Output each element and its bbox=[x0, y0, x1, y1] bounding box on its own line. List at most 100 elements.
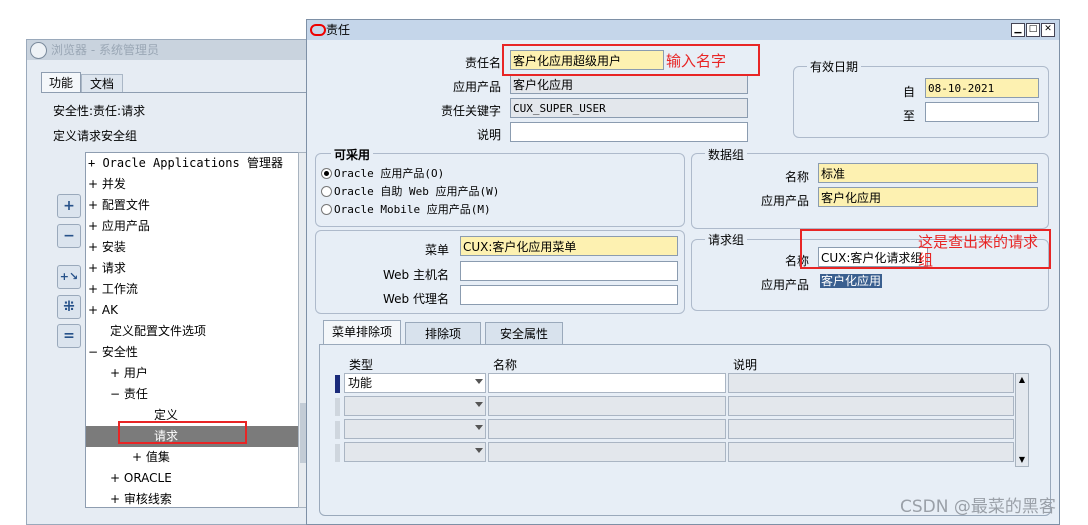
type-cell[interactable] bbox=[344, 442, 486, 462]
data-group-name-field[interactable]: 标准 bbox=[818, 163, 1038, 183]
desc-cell[interactable] bbox=[728, 396, 1014, 416]
tab-exclusions[interactable]: 排除项 bbox=[405, 322, 481, 345]
tree-item-label: + 安装 bbox=[88, 240, 126, 254]
expand-icon[interactable]: + bbox=[57, 194, 81, 218]
tree-item[interactable]: + 请求 bbox=[86, 258, 126, 279]
responsibility-window: 责任 ▁ □ ✕ 责任名 客户化应用超级用户 应用产品 客户化应用 责任关键字 … bbox=[306, 19, 1060, 525]
web-agent-field[interactable] bbox=[460, 285, 678, 305]
tab-documents[interactable]: 文档 bbox=[81, 74, 123, 93]
name-cell[interactable] bbox=[488, 442, 726, 462]
tree-item[interactable]: + 工作流 bbox=[86, 279, 138, 300]
tree-item[interactable]: + 用户 bbox=[86, 363, 148, 384]
dropdown-arrow-icon[interactable] bbox=[475, 379, 483, 384]
available-option[interactable]: Oracle Mobile 应用产品(M) bbox=[321, 201, 491, 217]
tree-item[interactable]: + Oracle Applications 管理器 bbox=[86, 153, 283, 174]
navigator-title-bar[interactable]: 浏览器 - 系统管理员 bbox=[27, 40, 309, 60]
tab-functions[interactable]: 功能 bbox=[41, 72, 81, 93]
tree-item-label: + 用户 bbox=[110, 366, 148, 380]
desc-field[interactable] bbox=[510, 122, 748, 142]
available-option[interactable]: Oracle 应用产品(O) bbox=[321, 165, 444, 181]
dropdown-arrow-icon[interactable] bbox=[475, 402, 483, 407]
tree-item-label: + 应用产品 bbox=[88, 219, 150, 233]
row-indicator[interactable] bbox=[335, 444, 340, 462]
type-cell[interactable]: 功能 bbox=[344, 373, 486, 393]
dropdown-arrow-icon[interactable] bbox=[475, 425, 483, 430]
desc-cell[interactable] bbox=[728, 419, 1014, 439]
navigator-title: 浏览器 - 系统管理员 bbox=[51, 43, 159, 57]
request-group-app-label: 应用产品 bbox=[760, 278, 809, 292]
tree-item[interactable]: + 配置文件 bbox=[86, 195, 150, 216]
name-cell[interactable] bbox=[488, 396, 726, 416]
from-label: 自 bbox=[902, 85, 915, 99]
tree-item-label: + 配置文件 bbox=[88, 198, 150, 212]
menu-label: 菜单 bbox=[424, 243, 449, 257]
effective-dates-label: 有效日期 bbox=[807, 58, 862, 75]
tree-item[interactable]: + 安装 bbox=[86, 237, 126, 258]
app-field[interactable]: 客户化应用 bbox=[510, 74, 748, 94]
to-label: 至 bbox=[902, 109, 915, 123]
resp-key-field[interactable]: CUX_SUPER_USER bbox=[510, 98, 748, 118]
tree-item[interactable]: + 审核线索 bbox=[86, 489, 172, 507]
name-cell[interactable] bbox=[488, 419, 726, 439]
tree-item[interactable]: − 安全性 bbox=[86, 342, 138, 363]
tree-item[interactable]: + 并发 bbox=[86, 174, 126, 195]
radio-icon[interactable] bbox=[321, 168, 332, 179]
row-indicator[interactable] bbox=[335, 421, 340, 439]
from-date-field[interactable]: 08-10-2021 bbox=[925, 78, 1039, 98]
web-host-field[interactable] bbox=[460, 261, 678, 281]
collapse-all-icon[interactable]: = bbox=[57, 324, 81, 348]
available-option-label: Oracle Mobile 应用产品(M) bbox=[334, 203, 491, 216]
web-host-label: Web 主机名 bbox=[383, 268, 449, 282]
desc-cell[interactable] bbox=[728, 373, 1014, 393]
tree-item-label: + 值集 bbox=[132, 450, 170, 464]
function-tree[interactable]: + Oracle Applications 管理器 + 并发 + 配置文件 + 应用产… bbox=[85, 152, 301, 508]
tree-item-label: + Oracle Applications 管理器 bbox=[88, 156, 283, 170]
tree-item-label: + 请求 bbox=[88, 261, 126, 275]
data-group-app-field[interactable]: 客户化应用 bbox=[818, 187, 1038, 207]
col-type-header: 类型 bbox=[349, 358, 374, 372]
tab-menu-exclusions[interactable]: 菜单排除项 bbox=[323, 320, 401, 345]
tree-item-label: 定义配置文件选项 bbox=[110, 324, 207, 338]
scroll-up-icon[interactable]: ▲ bbox=[1016, 374, 1028, 386]
tree-item[interactable]: + 应用产品 bbox=[86, 216, 150, 237]
row-indicator[interactable] bbox=[335, 398, 340, 416]
maximize-icon[interactable]: □ bbox=[1026, 23, 1040, 37]
close-icon[interactable]: ✕ bbox=[1041, 23, 1055, 37]
tree-item[interactable]: − 责任 bbox=[86, 384, 148, 405]
row-indicator[interactable] bbox=[335, 375, 340, 393]
tree-item[interactable]: + 值集 bbox=[86, 447, 170, 468]
expand-branch-icon[interactable]: +↘ bbox=[57, 265, 81, 289]
tree-item-label: + AK bbox=[88, 303, 118, 317]
radio-icon[interactable] bbox=[321, 186, 332, 197]
tree-item-label: + 工作流 bbox=[88, 282, 138, 296]
desc-cell[interactable] bbox=[728, 442, 1014, 462]
collapse-icon[interactable]: − bbox=[57, 224, 81, 248]
type-cell[interactable] bbox=[344, 396, 486, 416]
request-group-app-field[interactable]: 客户化应用 bbox=[818, 271, 1038, 291]
radio-icon[interactable] bbox=[321, 204, 332, 215]
data-group-label: 数据组 bbox=[705, 146, 748, 163]
dropdown-arrow-icon[interactable] bbox=[475, 448, 483, 453]
tab-security-attributes[interactable]: 安全属性 bbox=[485, 322, 563, 345]
navigator-window: 浏览器 - 系统管理员 功能 文档 安全性:责任:请求 定义请求安全组 + − … bbox=[26, 39, 310, 525]
scroll-down-icon[interactable]: ▼ bbox=[1016, 454, 1028, 466]
tree-item[interactable]: 定义配置文件选项 bbox=[86, 321, 206, 342]
form-title-bar[interactable]: 责任 ▁ □ ✕ bbox=[307, 20, 1059, 40]
type-cell[interactable] bbox=[344, 419, 486, 439]
watermark: CSDN @最菜的黑客 bbox=[900, 497, 1056, 517]
tree-item[interactable]: + AK bbox=[86, 300, 118, 321]
col-name-header: 名称 bbox=[493, 358, 518, 372]
resp-key-label: 责任关键字 bbox=[440, 104, 501, 118]
name-annotation: 输入名字 bbox=[666, 52, 727, 70]
name-cell[interactable] bbox=[488, 373, 726, 393]
web-agent-label: Web 代理名 bbox=[383, 292, 449, 306]
to-date-field[interactable] bbox=[925, 102, 1039, 122]
minimize-icon[interactable]: ▁ bbox=[1011, 23, 1025, 37]
tree-item[interactable]: + ORACLE bbox=[86, 468, 172, 489]
available-option[interactable]: Oracle 自助 Web 应用产品(W) bbox=[321, 183, 499, 199]
expand-all-icon[interactable]: ⁜ bbox=[57, 295, 81, 319]
tree-item-label: 定义 bbox=[154, 408, 179, 422]
grid-scrollbar[interactable]: ▲ ▼ bbox=[1015, 373, 1029, 467]
menu-field[interactable]: CUX:客户化应用菜单 bbox=[460, 236, 678, 256]
type-cell-value: 功能 bbox=[348, 376, 373, 390]
